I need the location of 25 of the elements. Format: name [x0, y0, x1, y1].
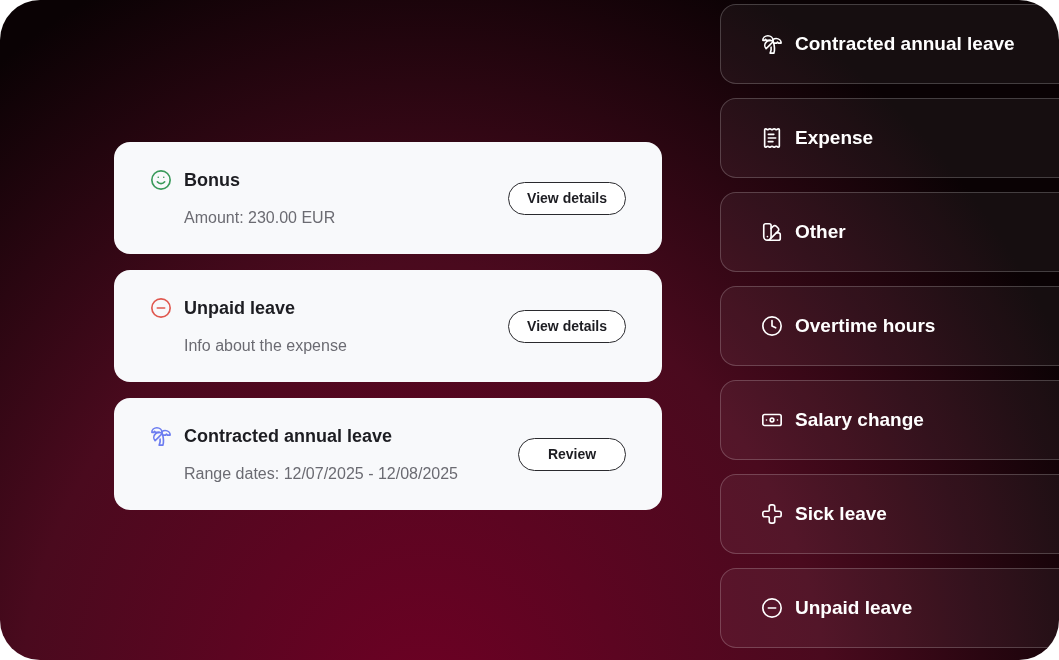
request-detail: Info about the expense	[184, 335, 347, 356]
category-item[interactable]: Sick leave	[720, 474, 1059, 554]
minus-circle-icon	[150, 296, 172, 319]
palm-tree-icon	[150, 424, 172, 447]
request-detail: Range dates: 12/07/2025 - 12/08/2025	[184, 463, 458, 484]
receipt-icon	[761, 127, 783, 149]
palm-tree-icon	[761, 33, 783, 55]
smile-icon	[150, 168, 172, 191]
request-title: Bonus	[184, 168, 241, 192]
request-title: Unpaid leave	[184, 296, 297, 320]
category-item[interactable]: Salary change	[720, 380, 1059, 460]
action-button[interactable]: Review	[518, 437, 626, 471]
category-item[interactable]: Other	[720, 192, 1059, 272]
request-detail: Amount: 230.00 EUR	[184, 207, 336, 228]
category-item[interactable]: Overtime hours	[720, 286, 1059, 366]
plus-icon	[761, 503, 783, 525]
category-item[interactable]: Expense	[720, 98, 1059, 178]
clock-icon	[761, 315, 783, 337]
action-button[interactable]: View details	[508, 309, 626, 343]
request-title: Contracted annual leave	[184, 424, 394, 448]
action-button[interactable]: View details	[508, 181, 626, 215]
category-item[interactable]: Contracted annual leave	[720, 4, 1059, 84]
swatch-icon	[761, 221, 783, 243]
category-item[interactable]: Unpaid leave	[720, 568, 1059, 648]
minus-circle-icon	[761, 597, 783, 619]
